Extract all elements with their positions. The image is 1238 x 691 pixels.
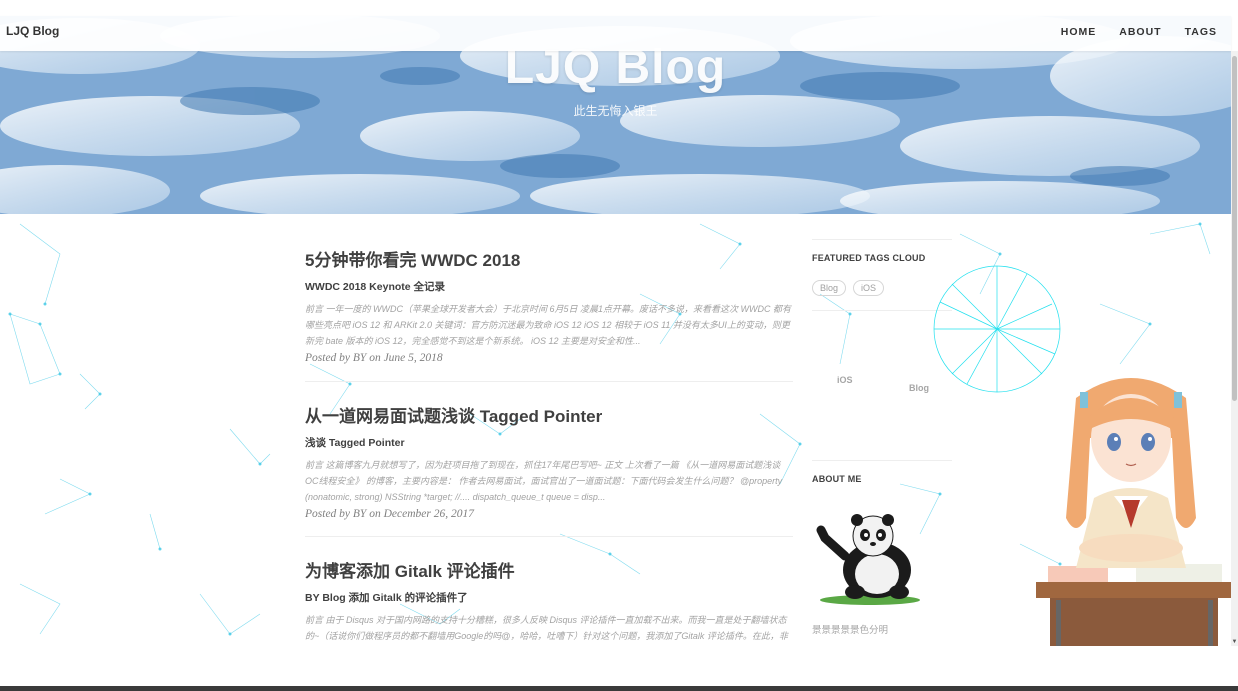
sidebar-divider <box>812 239 952 240</box>
site-subheading: 此生无悔入银王 <box>573 104 658 118</box>
navbar: LJQ Blog HOME ABOUT TAGS <box>0 16 1231 51</box>
page-bottom-area <box>0 646 1238 686</box>
post-title[interactable]: 为博客添加 Gitalk 评论插件 <box>305 557 793 582</box>
post-preview[interactable]: 为博客添加 Gitalk 评论插件 BY Blog 添加 Gitalk 的评论插… <box>305 557 793 646</box>
page-scrollbar[interactable]: ▼ <box>1231 51 1238 646</box>
taskbar-strip <box>0 686 1238 691</box>
post-excerpt: 前言 这篇博客九月就想写了，因为赶项目拖了到现在，抓住17年尾巴写吧~ 正文 上… <box>305 460 783 502</box>
post-meta: Posted by BY on June 5, 2018 <box>305 352 443 364</box>
post-subtitle: 浅谈 Tagged Pointer <box>305 437 405 449</box>
sidebar-divider <box>812 310 952 311</box>
scrollbar-thumb[interactable] <box>1232 56 1237 401</box>
nav-tags[interactable]: TAGS <box>1185 26 1217 38</box>
tag-blog[interactable]: Blog <box>812 280 847 296</box>
nav-home[interactable]: HOME <box>1061 26 1097 38</box>
post-preview[interactable]: 5分钟带你看完 WWDC 2018 WWDC 2018 Keynote 全记录 … <box>305 246 793 364</box>
about-me-text: 景景景景景色分明 <box>812 625 889 636</box>
brand-link[interactable]: LJQ Blog <box>6 24 59 38</box>
cloud-word-ios[interactable]: iOS <box>837 375 853 385</box>
anime-girl-mascot <box>1036 378 1232 646</box>
post-excerpt: 前言 由于 Disqus 对于国内网路的支持十分糟糕，很多人反映 Disqus … <box>305 615 788 641</box>
post-title[interactable]: 5分钟带你看完 WWDC 2018 <box>305 246 793 271</box>
panda-waving-icon <box>816 514 920 605</box>
featured-tags-title: FEATURED TAGS CLOUD <box>812 253 926 263</box>
scroll-down-arrow-icon[interactable]: ▼ <box>1231 638 1238 646</box>
about-me-title: ABOUT ME <box>812 474 862 484</box>
tag-ios[interactable]: iOS <box>853 280 885 296</box>
sidebar-divider <box>812 460 952 461</box>
cloud-word-blog[interactable]: Blog <box>909 383 929 393</box>
nav-links: HOME ABOUT TAGS <box>1061 26 1217 38</box>
post-subtitle: BY Blog 添加 Gitalk 的评论插件了 <box>305 592 468 604</box>
post-excerpt: 前言 一年一度的 WWDC（苹果全球开发者大会）于北京时间 6月5日 凌晨1点开… <box>305 304 791 346</box>
post-title[interactable]: 从一道网易面试题浅谈 Tagged Pointer <box>305 402 793 427</box>
post-divider <box>305 536 793 537</box>
post-preview[interactable]: 从一道网易面试题浅谈 Tagged Pointer 浅谈 Tagged Poin… <box>305 402 793 520</box>
post-meta: Posted by BY on December 26, 2017 <box>305 508 474 520</box>
post-subtitle: WWDC 2018 Keynote 全记录 <box>305 281 446 293</box>
post-divider <box>305 381 793 382</box>
nav-about[interactable]: ABOUT <box>1119 26 1161 38</box>
